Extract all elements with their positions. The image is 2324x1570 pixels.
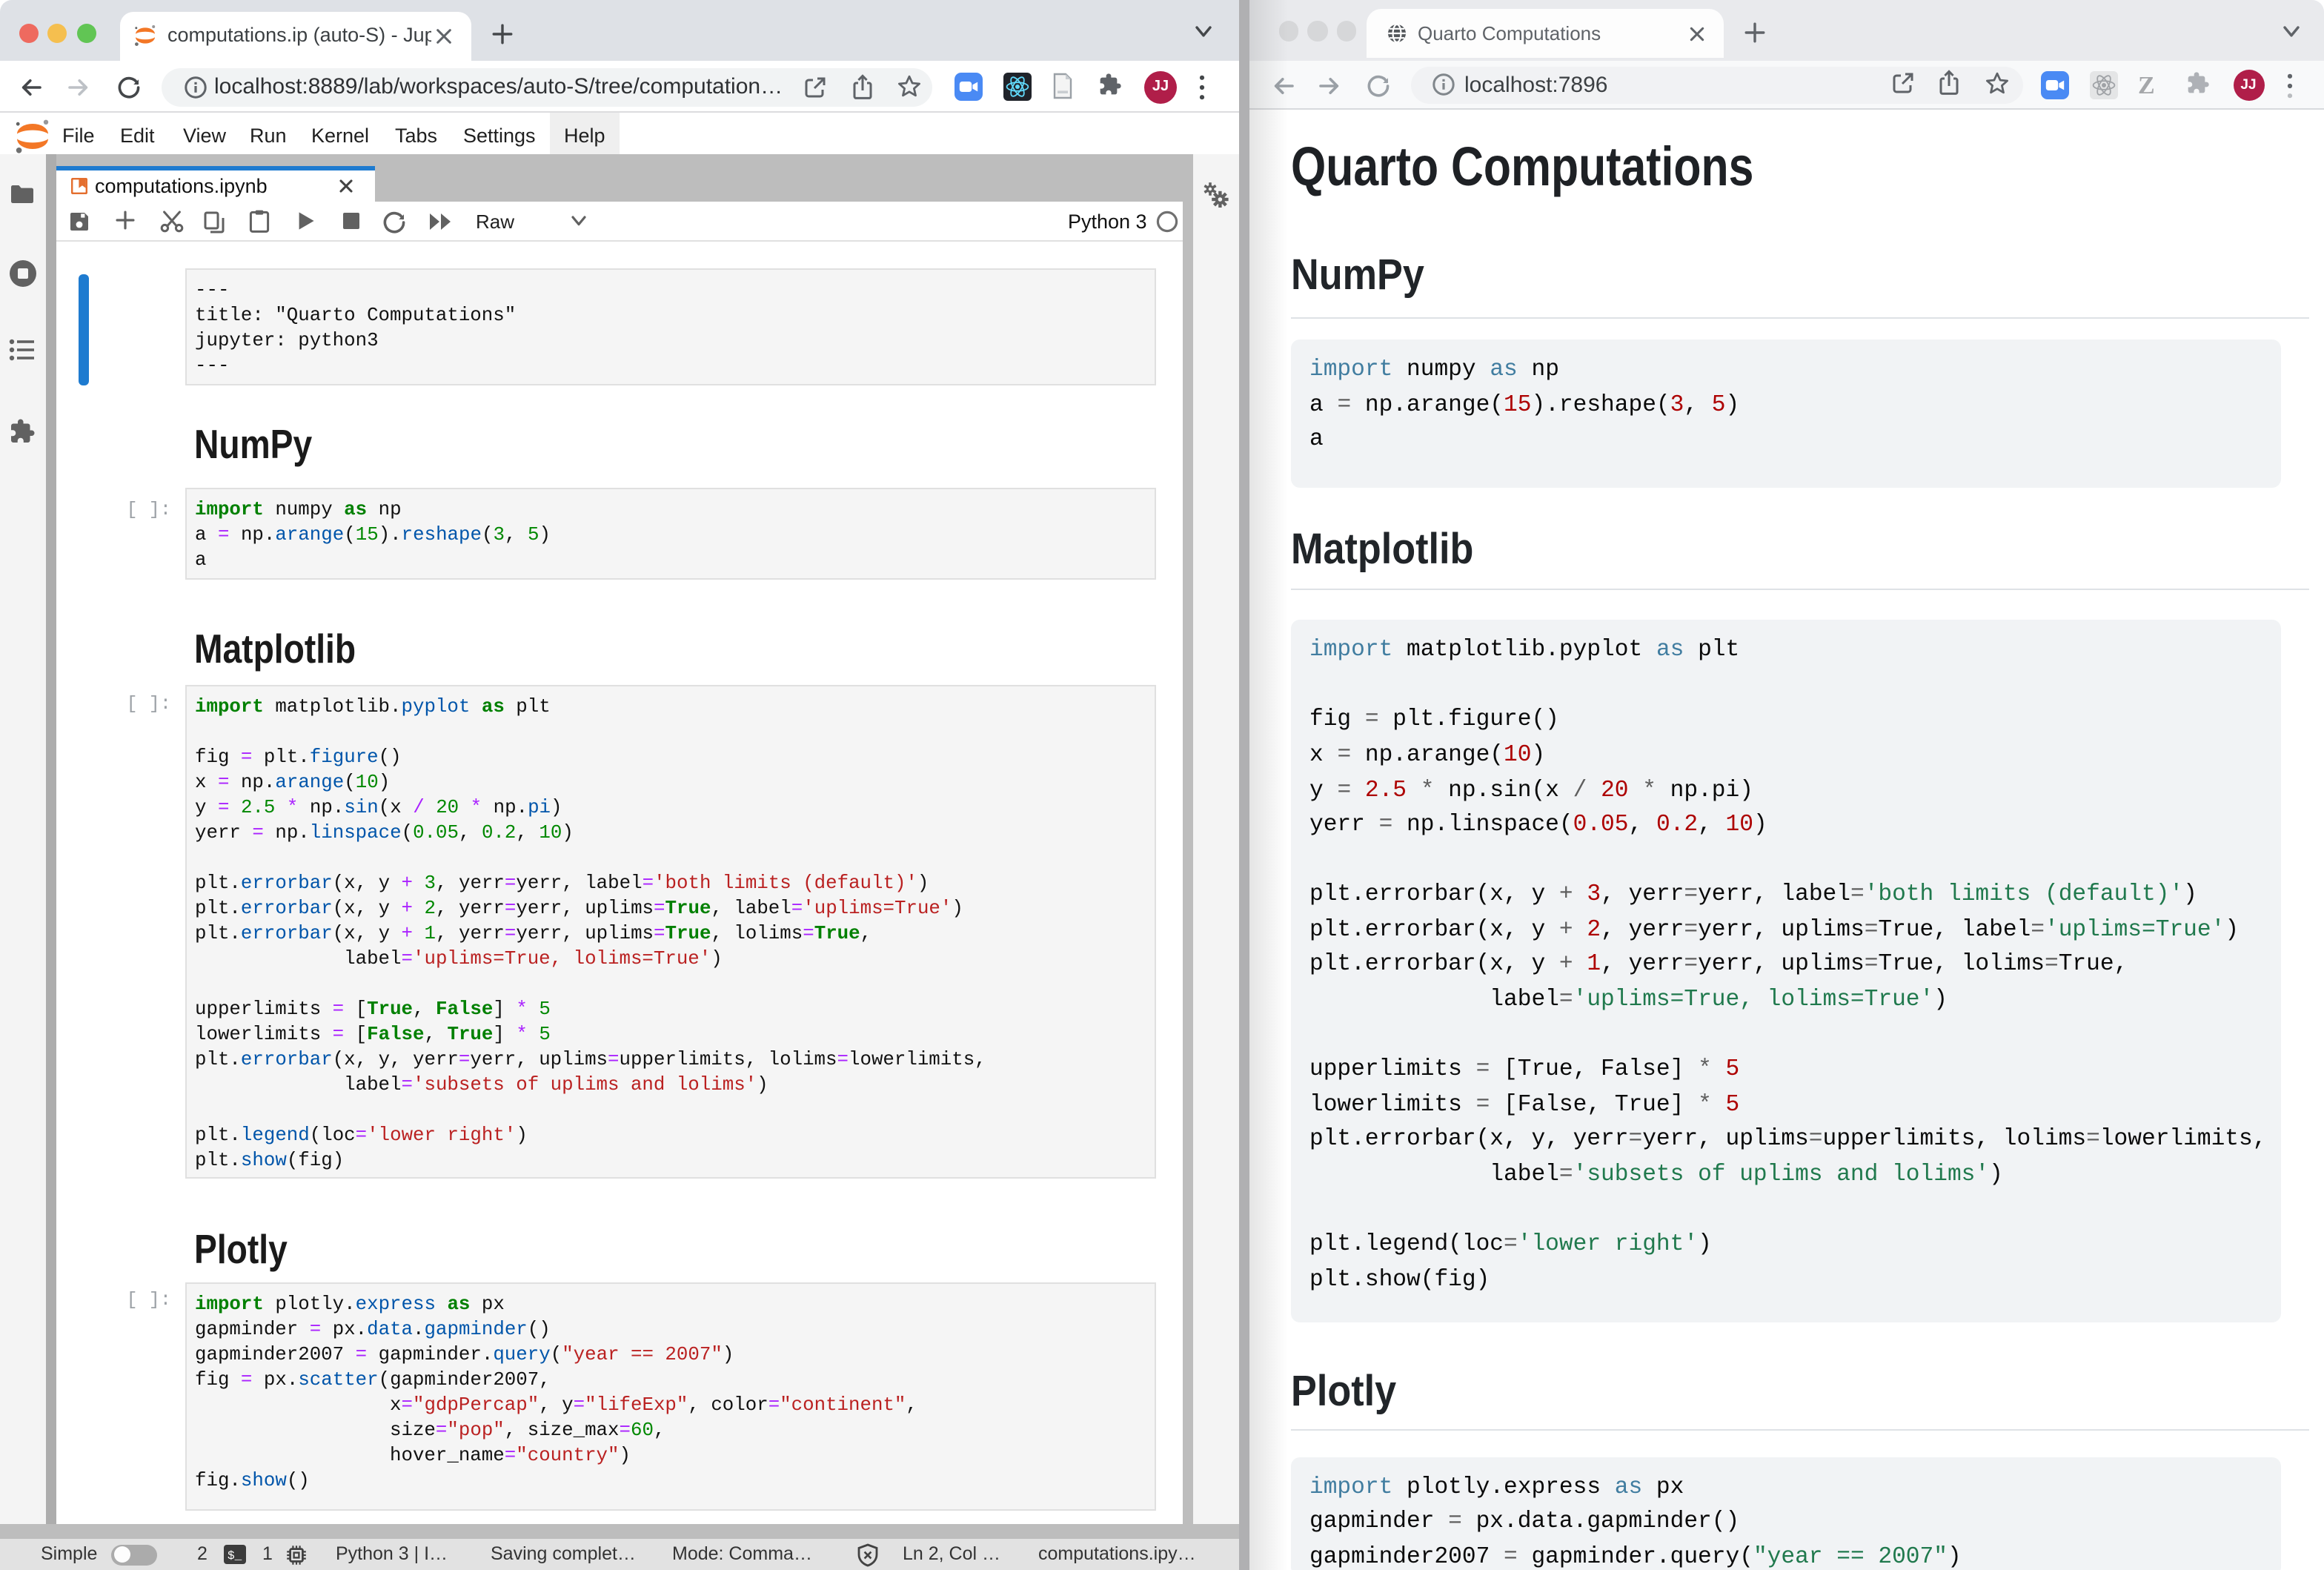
svg-text:$_: $_ <box>228 1549 242 1563</box>
